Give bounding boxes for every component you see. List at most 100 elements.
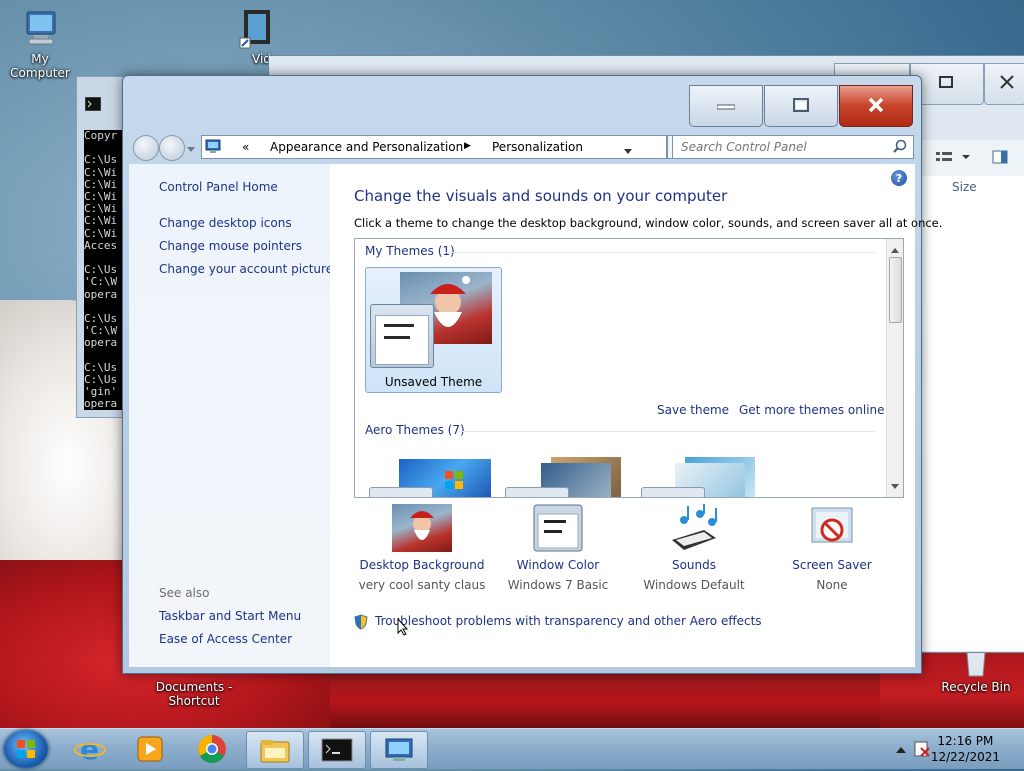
search-input[interactable]: [679, 139, 888, 155]
show-hidden-icons-icon[interactable]: [896, 743, 906, 757]
bg-explorer-toolbar: [920, 140, 1024, 177]
change-mouse-pointers-link[interactable]: Change mouse pointers: [159, 239, 302, 253]
cmd-line: C:\Us: [84, 153, 118, 167]
maximize-icon: [793, 97, 809, 115]
breadcrumb-personalization[interactable]: Personalization: [492, 140, 583, 154]
mouse-cursor-icon: [397, 617, 409, 639]
screen-saver-label[interactable]: Screen Saver: [762, 558, 902, 572]
clock-time: 12:16 PM: [937, 734, 994, 748]
address-dropdown-icon[interactable]: [624, 144, 632, 158]
page-title: Change the visuals and sounds on your co…: [354, 187, 728, 205]
sounds-item[interactable]: Sounds Windows Default: [624, 502, 764, 592]
ease-of-access-link[interactable]: Ease of Access Center: [159, 632, 292, 646]
my-themes-header[interactable]: My Themes (1): [365, 244, 455, 258]
window-color-value: Windows 7 Basic: [507, 578, 609, 592]
breadcrumb-overflow[interactable]: «: [242, 140, 249, 154]
network-flag-icon[interactable]: [914, 741, 930, 760]
window-color-item[interactable]: Window Color Windows 7 Basic: [488, 504, 628, 592]
sounds-label[interactable]: Sounds: [624, 558, 764, 572]
control-panel-home-link[interactable]: Control Panel Home: [159, 180, 278, 194]
start-button[interactable]: [4, 730, 48, 768]
windows-logo-icon: [17, 740, 35, 758]
size-column-header[interactable]: Size: [952, 180, 977, 194]
minimize-icon: [716, 99, 736, 113]
cmd-line: C:\Wi: [84, 214, 118, 228]
taskbar: e 12:16 PM 12/22/2021: [0, 728, 1024, 769]
breadcrumb-appearance[interactable]: Appearance and Personalization: [270, 140, 463, 154]
theme-label: Unsaved Theme: [384, 375, 483, 389]
screen-saver-item[interactable]: Screen Saver None: [762, 504, 902, 592]
theme-color-swatch: [505, 487, 569, 497]
back-button[interactable]: [133, 135, 159, 161]
window-color-label[interactable]: Window Color: [488, 558, 628, 572]
preview-pane-icon[interactable]: [992, 150, 1008, 167]
theme-color-swatch: [641, 487, 705, 497]
scroll-down-icon[interactable]: [891, 479, 899, 493]
change-desktop-icons-link[interactable]: Change desktop icons: [159, 216, 292, 230]
minimize-button[interactable]: [689, 85, 763, 127]
desktop-icon-documents-shortcut[interactable]: Documents - Shortcut: [154, 680, 234, 708]
bg-explorer-file-list: Size: [920, 176, 1024, 651]
shield-icon: [354, 614, 368, 633]
desktop-background-item[interactable]: Desktop Background very cool santy claus: [352, 504, 492, 592]
desktop-background-label[interactable]: Desktop Background: [352, 558, 492, 572]
cmd-line: 'C:\W: [84, 275, 118, 289]
bg-close-button[interactable]: [984, 63, 1024, 105]
page-subtitle: Click a theme to change the desktop back…: [354, 216, 943, 230]
task-pane: Control Panel Home Change desktop icons …: [129, 164, 333, 667]
taskbar-chrome[interactable]: [184, 731, 240, 767]
control-panel-icon: [205, 138, 221, 157]
taskbar-internet-explorer[interactable]: e: [62, 731, 118, 767]
taskbar-cmd[interactable]: [308, 731, 366, 769]
close-icon: [867, 96, 885, 117]
cmd-line: C:\Wi: [84, 226, 118, 240]
theme-unsaved[interactable]: Unsaved Theme: [365, 267, 502, 393]
themes-scrollbar[interactable]: [886, 239, 903, 497]
breadcrumb-separator-icon[interactable]: ▶: [464, 141, 471, 151]
save-theme-link[interactable]: Save theme: [657, 403, 729, 417]
taskbar-start-menu-link[interactable]: Taskbar and Start Menu: [159, 609, 301, 623]
clock[interactable]: 12:16 PM 12/22/2021: [931, 733, 1000, 765]
sounds-icon: [664, 502, 724, 552]
media-player-icon: [137, 736, 163, 762]
get-more-themes-link[interactable]: Get more themes online: [739, 403, 885, 417]
taskbar-media-player[interactable]: [122, 731, 178, 767]
maximize-icon: [939, 76, 953, 91]
desktop-icon-recycle-bin[interactable]: Recycle Bin: [936, 648, 1016, 694]
window-color-swatch: [370, 304, 434, 368]
screen-saver-icon: [802, 504, 862, 552]
desktop-background-value: very cool santy claus: [358, 578, 486, 592]
change-account-picture-link[interactable]: Change your account picture: [159, 262, 333, 276]
close-button[interactable]: [839, 85, 913, 127]
search-box[interactable]: [672, 135, 914, 159]
swatch-line: [384, 324, 414, 327]
desktop-icon-my-computer[interactable]: My Computer: [0, 8, 80, 80]
aero-themes-header[interactable]: Aero Themes (7): [365, 423, 465, 437]
search-icon[interactable]: [893, 139, 907, 156]
computer-icon: [19, 8, 61, 50]
internet-explorer-icon: e: [74, 733, 106, 765]
taskbar-explorer[interactable]: [246, 731, 304, 769]
personalization-window[interactable]: « Appearance and Personalization ▶ Perso…: [122, 75, 942, 674]
video-icon: [236, 8, 278, 50]
cmd-output: Copyr C:\Us C:\Wi C:\Wi C:\Wi C:\Wi C:\Wi C:\W…: [84, 130, 124, 410]
sounds-value: Windows Default: [643, 578, 745, 592]
taskbar-control-panel[interactable]: [370, 731, 428, 769]
forward-button[interactable]: [159, 135, 185, 161]
cmd-line: opera: [84, 397, 118, 410]
maximize-button[interactable]: [764, 85, 838, 127]
address-bar[interactable]: « Appearance and Personalization ▶ Perso…: [201, 135, 667, 159]
view-options-icon[interactable]: [936, 150, 970, 167]
themes-list[interactable]: My Themes (1) Unsaved Theme Save theme G…: [354, 238, 904, 498]
cmd-icon: [84, 96, 102, 114]
cmd-line: C:\Wi: [84, 165, 118, 179]
scroll-up-icon[interactable]: [891, 243, 899, 257]
scroll-thumb[interactable]: [889, 257, 902, 323]
swatch-window: [375, 315, 429, 365]
svg-text:e: e: [80, 733, 99, 765]
troubleshoot-aero-link[interactable]: Troubleshoot problems with transparency …: [375, 614, 762, 628]
desktop-icon-label: Recycle Bin: [941, 680, 1011, 694]
recent-pages-chevron-icon[interactable]: [187, 142, 195, 156]
group-divider: [445, 252, 875, 253]
help-icon[interactable]: ?: [891, 170, 907, 186]
